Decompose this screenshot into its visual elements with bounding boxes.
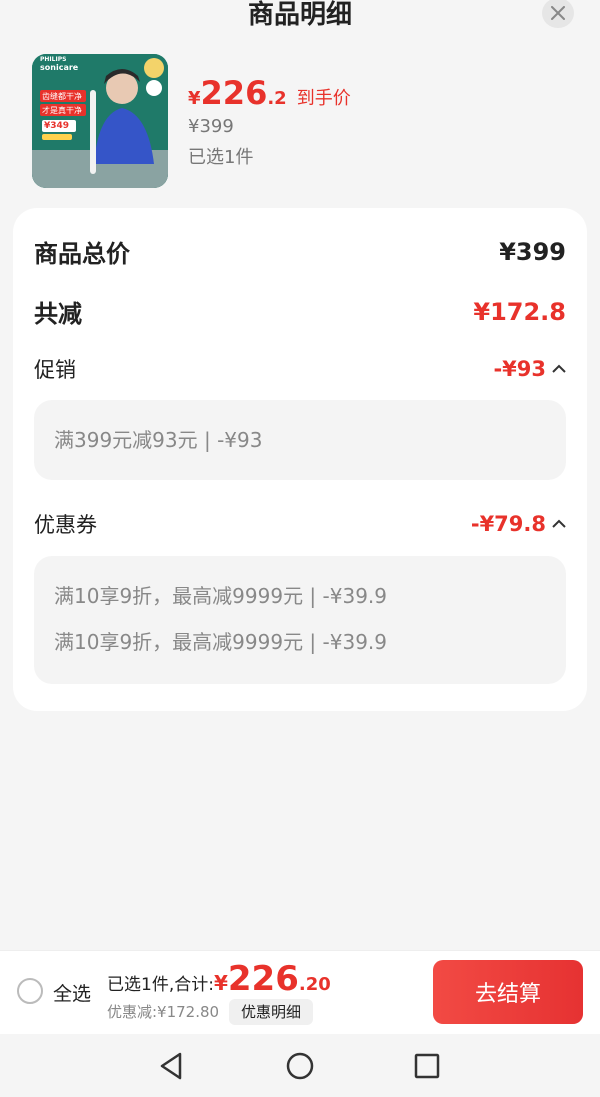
total-value: ¥399 xyxy=(499,237,566,266)
coupon-row[interactable]: 优惠券 -¥79.8 xyxy=(34,509,566,539)
chevron-up-icon[interactable] xyxy=(552,519,566,529)
system-nav-bar xyxy=(0,1034,600,1097)
price-decimal: .2 xyxy=(267,88,287,109)
reduce-value: ¥172.8 xyxy=(473,297,566,326)
price-tag: 到手价 xyxy=(296,88,351,109)
close-icon xyxy=(551,6,565,20)
total-yen: ¥ xyxy=(213,971,228,995)
promo-row[interactable]: 促销 -¥93 xyxy=(34,354,566,384)
recents-icon[interactable] xyxy=(409,1048,445,1084)
selected-count: 已选1件 xyxy=(188,147,254,168)
coupon-label: 优惠券 xyxy=(34,513,97,537)
coupon-value: -¥79.8 xyxy=(471,512,566,536)
final-price: ¥ 226 .2 到手价 xyxy=(188,74,351,112)
coupon-amount: -¥79.8 xyxy=(470,512,546,536)
coupon-item: 满10享9折，最高减9999元 | -¥39.9 xyxy=(54,630,387,654)
product-summary: PHILIPS sonicare 齿缝都干净 才是真干净 ¥349 ¥ 226 … xyxy=(32,54,572,190)
original-price: ¥399 xyxy=(188,116,234,137)
discount-summary: 优惠减:¥172.80 xyxy=(107,1003,220,1021)
total-decimal: .20 xyxy=(298,974,331,995)
sheet-header: 商品明细 xyxy=(0,0,600,30)
select-all-radio[interactable] xyxy=(17,978,43,1004)
price-integer: 226 xyxy=(200,74,268,112)
coupon-item: 满10享9折，最高减9999元 | -¥39.9 xyxy=(54,584,387,608)
price-breakdown-card: 商品总价 ¥399 共减 ¥172.8 促销 -¥93 满399元减93元 | … xyxy=(13,208,587,711)
total-label: 商品总价 xyxy=(34,240,130,268)
promo-detail-box: 满399元减93元 | -¥93 xyxy=(34,400,566,480)
reduce-row: 共减 ¥172.8 xyxy=(34,294,566,329)
discount-detail-button[interactable]: 优惠明细 xyxy=(229,999,314,1025)
reduce-label: 共减 xyxy=(34,300,82,328)
total-integer: 226 xyxy=(227,959,299,999)
image-sub-brand: sonicare xyxy=(40,63,79,72)
product-image[interactable]: PHILIPS sonicare 齿缝都干净 才是真干净 ¥349 xyxy=(32,54,168,188)
checkout-bar: 全选 已选1件,合计: ¥ 226 .20 优惠减:¥172.80 优惠明细 去… xyxy=(0,950,600,1034)
price-yen: ¥ xyxy=(188,88,201,109)
promo-item: 满399元减93元 | -¥93 xyxy=(54,428,263,452)
checkout-button[interactable]: 去结算 xyxy=(433,960,583,1024)
promo-value: -¥93 xyxy=(493,357,566,381)
promo-amount: -¥93 xyxy=(493,357,546,381)
sheet-title: 商品明细 xyxy=(247,0,352,30)
image-slogan-1: 齿缝都干净 xyxy=(42,92,82,101)
image-brand: PHILIPS xyxy=(40,56,67,63)
coupon-detail-box: 满10享9折，最高减9999元 | -¥39.9 满10享9折，最高减9999元… xyxy=(34,556,566,684)
image-slogan-2: 才是真干净 xyxy=(42,106,82,115)
select-all-label[interactable]: 全选 xyxy=(53,979,91,1006)
back-icon[interactable] xyxy=(154,1048,190,1084)
promo-label: 促销 xyxy=(34,358,76,382)
total-row: 商品总价 ¥399 xyxy=(34,234,566,269)
home-icon[interactable] xyxy=(282,1048,318,1084)
product-info: ¥ 226 .2 到手价 ¥399 已选1件 xyxy=(188,74,351,169)
total-summary: 已选1件,合计: ¥ 226 .20 xyxy=(107,959,331,999)
chevron-up-icon[interactable] xyxy=(552,364,566,374)
total-summary-label: 已选1件,合计: xyxy=(107,975,214,995)
image-price-badge: ¥349 xyxy=(44,121,70,131)
